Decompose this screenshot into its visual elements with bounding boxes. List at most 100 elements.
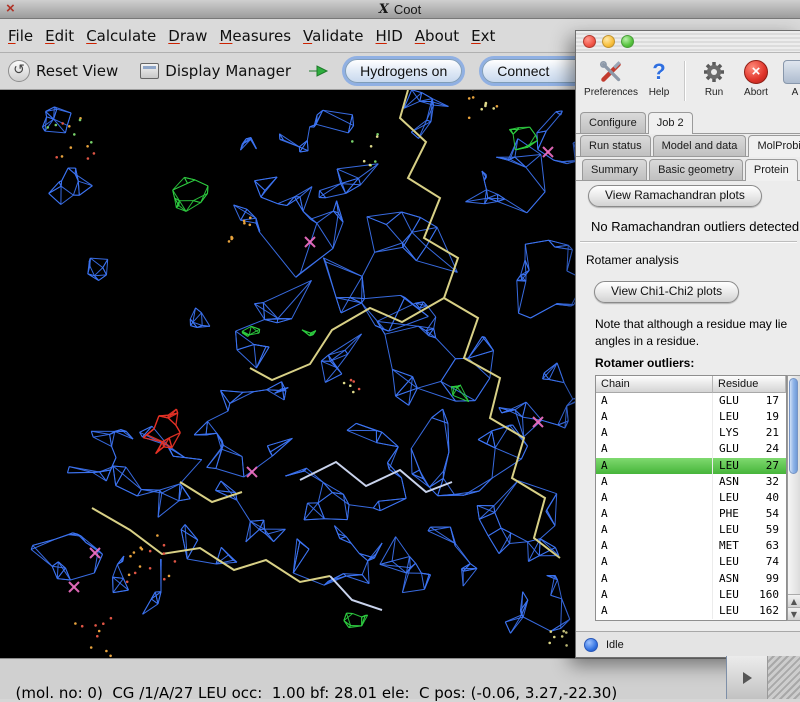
rotamer-analysis-label: Rotamer analysis [586, 253, 679, 267]
help-icon: ? [652, 59, 665, 85]
status-bar: (mol. no: 0) CG /1/A/27 LEU occ: 1.00 bf… [0, 658, 800, 699]
menu-item-validate[interactable]: Validate [303, 27, 363, 45]
tab-configure[interactable]: Configure [580, 112, 646, 133]
cell-chain: A [596, 409, 713, 425]
clipped-toolbar-button[interactable]: A [780, 57, 800, 98]
menu-item-edit[interactable]: Edit [45, 27, 74, 45]
cell-residue-name: LEU [713, 603, 759, 619]
toolbar-separator [684, 61, 686, 101]
table-row[interactable]: ALEU160 [596, 587, 786, 603]
rotamer-table-body: AGLU17ALEU19ALYS21AGLU24ALEU27AASN32ALEU… [596, 393, 786, 619]
table-row[interactable]: ALEU74 [596, 554, 786, 570]
scroll-corner [726, 656, 800, 699]
help-button[interactable]: ? Help [644, 57, 674, 98]
tab-model-and-data[interactable]: Model and data [653, 135, 747, 156]
reset-view-button[interactable]: Reset View [36, 62, 118, 80]
table-row[interactable]: AGLU17 [596, 393, 786, 409]
table-row[interactable]: ALYS21 [596, 425, 786, 441]
x11-logo-icon: X [379, 2, 389, 17]
cell-residue-name: ASN [713, 474, 759, 490]
cell-residue-name: LEU [713, 587, 759, 603]
table-row[interactable]: ALEU40 [596, 490, 786, 506]
table-row[interactable]: AGLU24 [596, 441, 786, 457]
cell-chain: A [596, 554, 713, 570]
traffic-zoom-icon[interactable] [621, 35, 634, 48]
cell-chain: A [596, 538, 713, 554]
cell-residue-number: 19 [759, 409, 786, 425]
cell-residue-name: GLU [713, 441, 759, 457]
tab-job-2[interactable]: Job 2 [648, 112, 693, 134]
hydrogens-toggle-button[interactable]: Hydrogens on [345, 59, 462, 83]
abort-button[interactable]: × Abort [736, 57, 776, 98]
cell-residue-number: 59 [759, 522, 786, 538]
cell-chain: A [596, 441, 713, 457]
table-header: Chain Residue [596, 376, 786, 393]
window-title: Coot [394, 2, 421, 17]
cell-residue-name: LEU [713, 554, 759, 570]
scroll-right-button[interactable] [727, 656, 768, 699]
help-label: Help [644, 87, 674, 98]
cell-residue-number: 99 [759, 571, 786, 587]
table-row[interactable]: APHE54 [596, 506, 786, 522]
cell-residue-number: 162 [759, 603, 786, 619]
tab-summary[interactable]: Summary [582, 159, 647, 180]
section-tabs: Summary Basic geometry Protein C [576, 158, 800, 181]
display-manager-button[interactable]: Display Manager [165, 62, 291, 80]
tab-run-status[interactable]: Run status [580, 135, 651, 156]
table-row[interactable]: ALEU27 [596, 458, 786, 474]
reset-view-icon[interactable]: ↺ [8, 60, 30, 82]
table-row[interactable]: AASN99 [596, 571, 786, 587]
resize-grip[interactable] [768, 656, 800, 699]
tab-protein[interactable]: Protein [745, 159, 798, 181]
menu-item-file[interactable]: File [8, 27, 33, 45]
tab-basic-geometry[interactable]: Basic geometry [649, 159, 743, 180]
validation-dialog: Preferences ? Help Run × Abort [575, 30, 800, 658]
abort-icon: × [744, 60, 768, 84]
menu-item-about[interactable]: About [415, 27, 459, 45]
atom-status-text: (mol. no: 0) CG /1/A/27 LEU occ: 1.00 bf… [16, 684, 618, 702]
table-row[interactable]: ALEU19 [596, 409, 786, 425]
cell-residue-number: 21 [759, 425, 786, 441]
menu-item-measures[interactable]: Measures [219, 27, 291, 45]
traffic-minimize-icon[interactable] [602, 35, 615, 48]
scroll-down-button[interactable]: ▼ [788, 607, 800, 620]
rotamer-outliers-table: Chain Residue AGLU17ALEU19ALYS21AGLU24AL… [595, 375, 787, 621]
close-icon[interactable]: × [6, 0, 15, 18]
menu-item-draw[interactable]: Draw [168, 27, 207, 45]
cell-residue-number: 74 [759, 554, 786, 570]
window-title-group: X Coot [379, 2, 422, 17]
menu-item-calculate[interactable]: Calculate [86, 27, 156, 45]
table-row[interactable]: AMET63 [596, 538, 786, 554]
run-button[interactable]: Run [698, 57, 730, 98]
scrollbar-thumb[interactable] [789, 378, 798, 474]
scroll-up-button[interactable]: ▲ [788, 594, 800, 607]
cell-residue-number: 17 [759, 393, 786, 409]
view-chi1-chi2-plots-button[interactable]: View Chi1-Chi2 plots [594, 281, 739, 303]
cell-residue-number: 24 [759, 441, 786, 457]
view-ramachandran-plots-button[interactable]: View Ramachandran plots [588, 185, 762, 207]
table-row[interactable]: ALEU59 [596, 522, 786, 538]
preferences-label: Preferences [582, 87, 640, 98]
traffic-close-icon[interactable] [583, 35, 596, 48]
menu-item-ext[interactable]: Ext [471, 27, 495, 45]
dialog-titlebar[interactable] [576, 31, 800, 53]
cell-residue-name: LEU [713, 409, 759, 425]
display-manager-icon[interactable] [140, 63, 159, 79]
table-scrollbar[interactable]: ▲ ▼ [787, 375, 800, 621]
cell-chain: A [596, 506, 713, 522]
cell-chain: A [596, 458, 713, 474]
tab-molprobity[interactable]: MolProbity [748, 135, 800, 157]
dialog-status-bar: Idle [576, 631, 800, 657]
table-row[interactable]: ALEU162 [596, 603, 786, 619]
separator [580, 241, 797, 243]
window-titlebar[interactable]: × X Coot [0, 0, 800, 19]
column-header-residue[interactable]: Residue [713, 376, 786, 393]
run-label: Run [698, 87, 730, 98]
cell-residue-name: LEU [713, 522, 759, 538]
table-row[interactable]: AASN32 [596, 474, 786, 490]
rotamer-outliers-label: Rotamer outliers: [595, 356, 694, 370]
cell-residue-number: 27 [759, 458, 786, 474]
preferences-button[interactable]: Preferences [582, 57, 640, 98]
menu-item-hid[interactable]: HID [376, 27, 403, 45]
column-header-chain[interactable]: Chain [596, 376, 713, 393]
